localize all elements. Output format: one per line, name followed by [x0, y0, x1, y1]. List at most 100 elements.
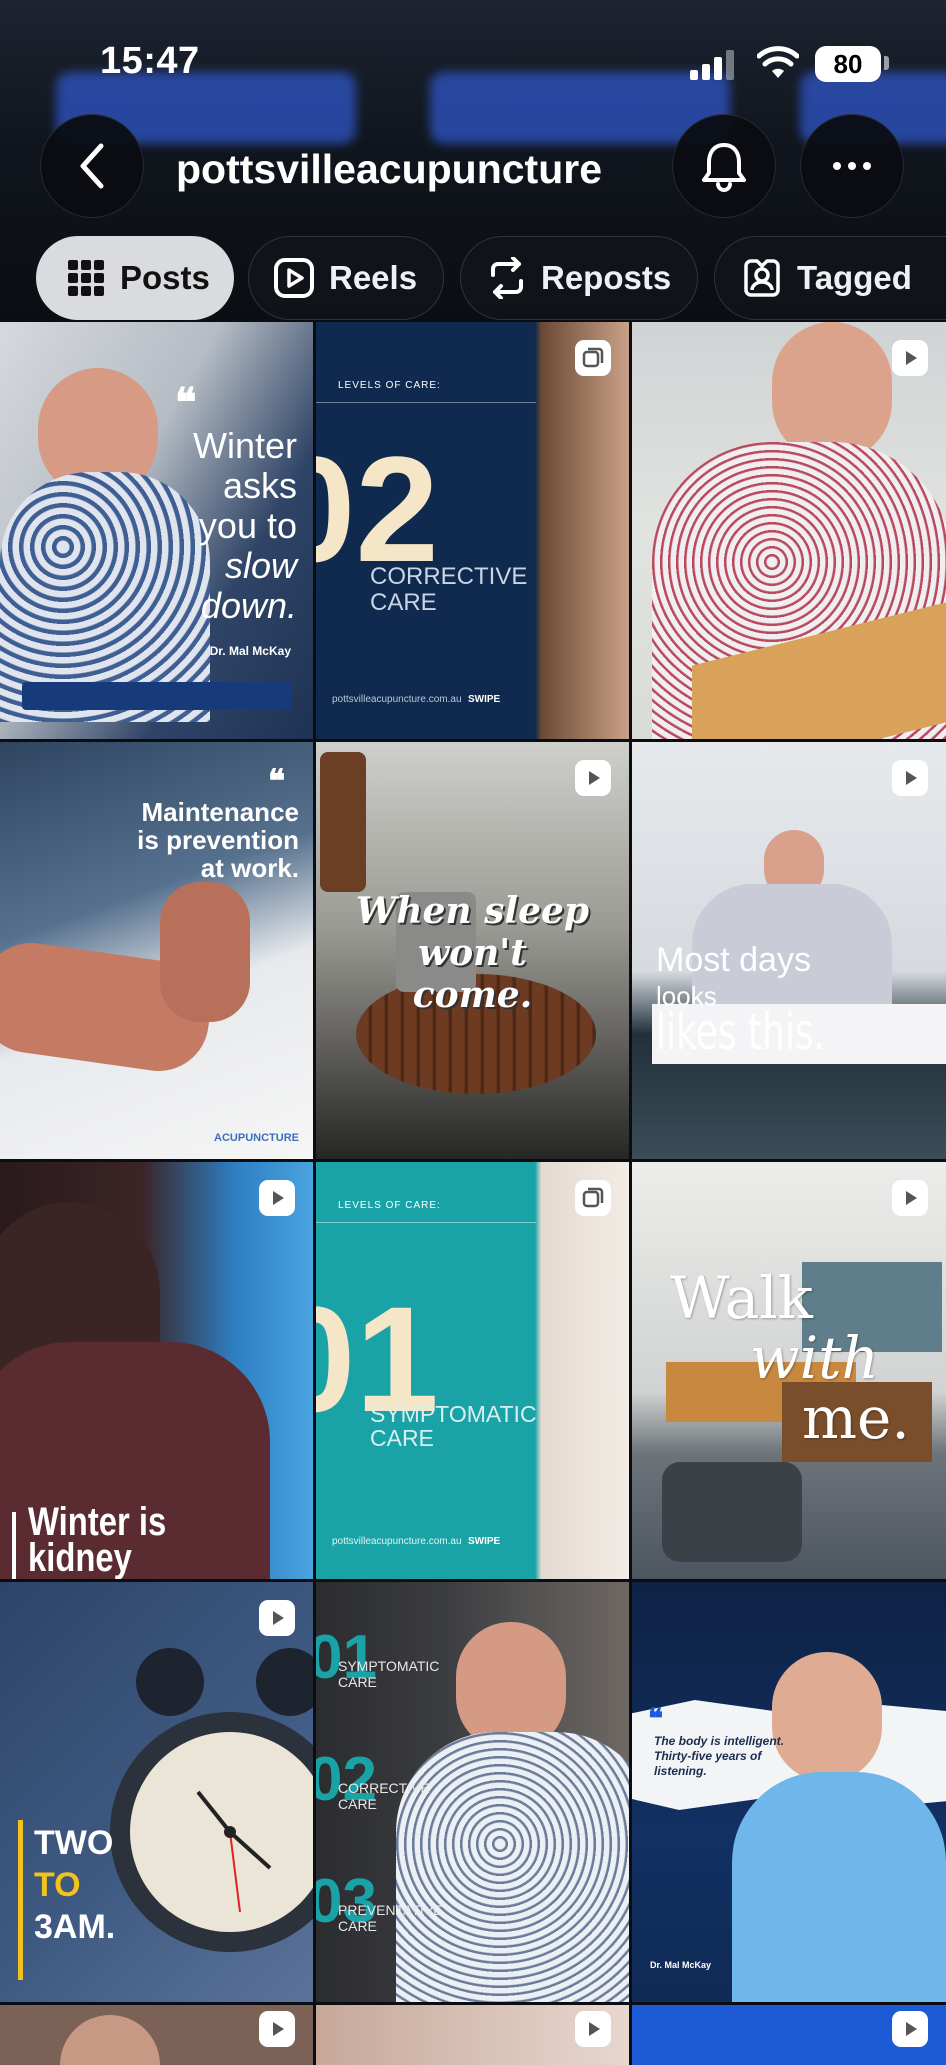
swipe-text: SWIPE [468, 694, 501, 705]
caption-line: CARE [370, 589, 437, 616]
practitioner-hand [160, 882, 250, 1022]
divider [316, 402, 536, 403]
person-head [772, 1652, 882, 1782]
caption-bar [18, 1820, 23, 1980]
level-item: 01 SYMPTOMATIC CARE [316, 1622, 456, 1744]
post-tile[interactable]: LEVELS OF CARE: 02 CORRECTIVE CARE potts… [316, 322, 629, 739]
tab-reels[interactable]: Reels [248, 236, 444, 320]
back-button[interactable] [40, 114, 144, 218]
carousel-icon [575, 340, 611, 376]
caption-line: The body is intelligent. [654, 1734, 785, 1748]
profile-username: pottsvilleacupuncture [176, 146, 603, 192]
notifications-button[interactable] [672, 114, 776, 218]
caption-line: listening. [654, 1764, 707, 1778]
post-tile[interactable]: Walk with me. [632, 1162, 946, 1579]
level-title: PREVENTATIVE CARE [338, 1902, 443, 1934]
quote-mark: ❝ [648, 1703, 664, 1734]
repost-icon [491, 257, 523, 299]
battery-indicator: 80 [815, 46, 881, 82]
post-tile[interactable]: Most days lookslikes this. [632, 742, 946, 1159]
reels-icon [274, 258, 314, 298]
caption-line: come. [412, 974, 533, 1016]
battery-tip [884, 56, 889, 70]
bell-icon [702, 143, 746, 192]
caption-bar [12, 1512, 16, 1579]
tab-label: Posts [120, 259, 210, 296]
post-caption: Winter is kidney [28, 1500, 167, 1578]
divider [316, 1222, 536, 1223]
caption-line: CARE [338, 1796, 377, 1812]
wifi-icon [757, 46, 799, 78]
carousel-icon [575, 1180, 611, 1216]
grid-icon [68, 260, 104, 296]
post-tile[interactable]: ❝ Maintenance is prevention at work. ACU… [0, 742, 313, 1159]
caption-line: CARE [338, 1674, 377, 1690]
post-caption: When sleep won't come. [316, 890, 629, 1016]
post-kicker: LEVELS OF CARE: [338, 1200, 441, 1211]
person-head [60, 2015, 160, 2065]
tagged-icon [744, 259, 780, 297]
level-title: SYMPTOMATIC CARE [338, 1658, 439, 1690]
tab-tagged[interactable]: Tagged [714, 236, 946, 320]
quote-mark: ❝ [268, 763, 286, 799]
caption-line: Winter is [28, 1500, 167, 1544]
reel-play-icon [892, 2011, 928, 2047]
person-head [772, 322, 892, 462]
reel-play-icon [892, 760, 928, 796]
post-author: Dr. Mal McKay [650, 1960, 712, 1970]
tab-label: Reels [329, 259, 418, 296]
caption-line: slow [224, 545, 297, 586]
post-tile[interactable]: TWO TO 3AM. [0, 1582, 313, 2002]
caption-line: Maintenance [141, 797, 300, 827]
caption-line: with [750, 1324, 879, 1392]
level-title: SYMPTOMATIC CARE [370, 1402, 537, 1450]
post-tile[interactable] [0, 2005, 313, 2065]
brand-logo: ACUPUNCTURE [214, 1132, 299, 1144]
tab-label: Reposts [541, 259, 672, 296]
caption-line: When sleep [355, 890, 590, 932]
caption-line: Walk [670, 1264, 813, 1332]
caption-line: CORRECTIVE [370, 563, 528, 590]
caption-line: me. [802, 1384, 910, 1452]
office-chair [662, 1462, 802, 1562]
caption-line: won't [418, 932, 527, 974]
contact-bar [22, 682, 292, 710]
level-item: 03 PREVENTATIVE CARE [316, 1866, 456, 1988]
swipe-text: SWIPE [468, 1536, 501, 1547]
post-tile[interactable]: When sleep won't come. [316, 742, 629, 1159]
tab-reposts[interactable]: Reposts [460, 236, 698, 320]
chevron-left-icon [80, 143, 104, 189]
post-tile[interactable]: LEVELS OF CARE: 01 SYMPTOMATIC CARE pott… [316, 1162, 629, 1579]
caption-line: 3AM. [34, 1908, 116, 1946]
post-tile[interactable]: 01 SYMPTOMATIC CARE 02 CORRECTIVE CARE 0… [316, 1582, 629, 2002]
reel-play-icon [575, 2011, 611, 2047]
reel-play-icon [892, 340, 928, 376]
post-caption: Maintenance is prevention at work. [137, 798, 299, 882]
post-tile[interactable] [316, 2005, 629, 2065]
level-title: CORRECTIVE CARE [338, 1780, 430, 1812]
caption-line: is prevention [137, 825, 299, 855]
post-tile[interactable] [632, 2005, 946, 2065]
caption-line: TO [34, 1866, 81, 1904]
post-tile[interactable]: ❝ The body is intelligent. Thirty-five y… [632, 1582, 946, 2002]
alarm-clock-icon [110, 1648, 313, 1952]
more-options-button[interactable] [800, 114, 904, 218]
caption-line: at work. [200, 853, 299, 883]
post-tile[interactable] [632, 322, 946, 739]
website-text: pottsvilleacupuncture.com.au [332, 1536, 462, 1547]
post-caption: Most days lookslikes this. [656, 941, 946, 1057]
tab-posts[interactable]: Posts [36, 236, 234, 320]
post-author: Dr. Mal McKay [209, 644, 291, 658]
post-tile[interactable]: Winter is kidney [0, 1162, 313, 1579]
cellular-signal-icon [690, 50, 734, 80]
post-caption: Winter asks you to slow down. [193, 426, 297, 626]
caption-line: TWO [34, 1824, 114, 1862]
caption-line: Winter [192, 425, 297, 466]
post-tile[interactable]: ❝ Winter asks you to slow down. Dr. Mal … [0, 322, 313, 739]
level-number: 02 [316, 425, 439, 593]
website-text: pottsvilleacupuncture.com.au [332, 694, 462, 705]
caption-line: CARE [338, 1918, 377, 1934]
caption-line: Most days [656, 941, 811, 979]
caption-line: SYMPTOMATIC [338, 1658, 440, 1674]
post-caption: TWO TO 3AM. [34, 1822, 115, 1948]
